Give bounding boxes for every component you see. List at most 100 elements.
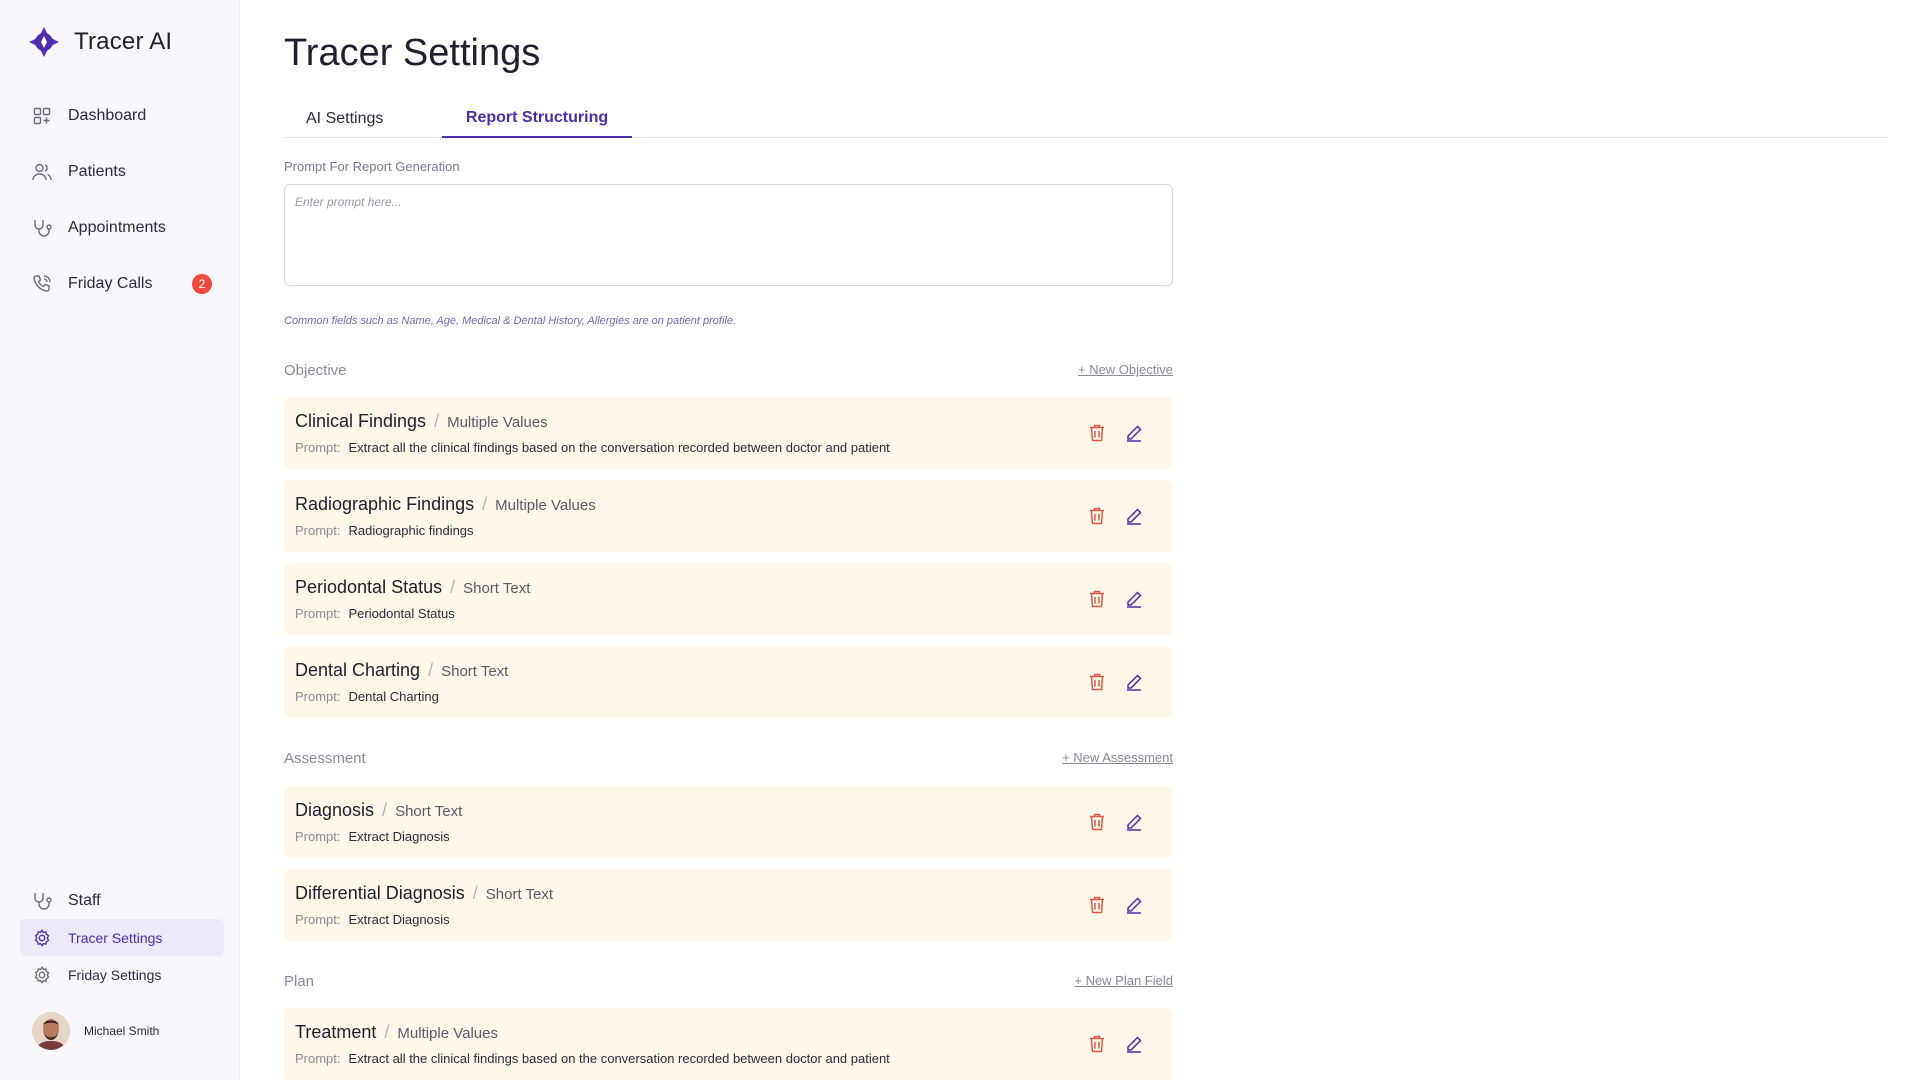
prompt-prefix: Prompt: (295, 689, 341, 704)
field-title: Diagnosis / Short Text (295, 800, 462, 821)
tab-report-structuring[interactable]: Report Structuring (442, 100, 632, 138)
section-header-assessment: Assessment + New Assessment (284, 750, 1173, 770)
prompt-prefix: Prompt: (295, 523, 341, 538)
prompt-prefix: Prompt: (295, 1051, 341, 1066)
gear-icon (32, 965, 52, 985)
prompt-prefix: Prompt: (295, 440, 341, 455)
prompt-text: Extract Diagnosis (348, 829, 450, 844)
stethoscope-icon (32, 218, 52, 238)
field-prompt: Prompt: Extract Diagnosis (295, 912, 450, 927)
prompt-text: Periodontal Status (348, 606, 455, 621)
sidebar-item-label: Friday Calls (68, 275, 153, 292)
delete-icon[interactable] (1087, 672, 1107, 692)
gear-icon (32, 928, 52, 948)
separator: / (482, 494, 488, 514)
users-icon (32, 162, 52, 182)
prompt-prefix: Prompt: (295, 829, 341, 844)
brand[interactable]: Tracer AI (28, 26, 172, 58)
delete-icon[interactable] (1087, 506, 1107, 526)
delete-icon[interactable] (1087, 1034, 1107, 1054)
field-card-treatment: Treatment / Multiple Values Prompt: Extract… (284, 1008, 1173, 1080)
tab-ai-settings[interactable]: AI Settings (284, 100, 405, 138)
section-header-objective: Objective + New Objective (284, 362, 1173, 382)
field-card-differential-diagnosis: Differential Diagnosis / Short Text Prompt… (284, 869, 1173, 941)
prompt-textarea[interactable] (284, 184, 1173, 286)
field-title: Treatment / Multiple Values (295, 1022, 498, 1043)
field-title: Periodontal Status / Short Text (295, 577, 530, 598)
prompt-label: Prompt For Report Generation (284, 159, 460, 174)
section-title: Objective (284, 362, 347, 379)
notification-badge: 2 (192, 274, 212, 294)
field-type: Multiple Values (447, 414, 548, 431)
separator: / (472, 883, 478, 903)
edit-icon[interactable] (1124, 423, 1144, 443)
avatar (32, 1012, 70, 1050)
delete-icon[interactable] (1087, 812, 1107, 832)
sidebar-item-appointments[interactable]: Appointments (20, 200, 224, 256)
sidebar-item-dashboard[interactable]: Dashboard (20, 88, 224, 144)
field-card-diagnosis: Diagnosis / Short Text Prompt: Extract Diag… (284, 786, 1173, 858)
field-title: Clinical Findings / Multiple Values (295, 411, 548, 432)
field-name: Treatment (295, 1022, 377, 1042)
sidebar-item-staff[interactable]: Staff (20, 882, 224, 919)
field-card-clinical-findings: Clinical Findings / Multiple Values Prompt… (284, 397, 1173, 469)
edit-icon[interactable] (1124, 1034, 1144, 1054)
new-plan-field-link[interactable]: + New Plan Field (1074, 973, 1173, 988)
field-type: Short Text (395, 803, 463, 820)
prompt-prefix: Prompt: (295, 912, 341, 927)
delete-icon[interactable] (1087, 895, 1107, 915)
field-prompt: Prompt: Radiographic findings (295, 523, 474, 538)
page-title: Tracer Settings (284, 32, 541, 74)
sidebar-item-label: Appointments (68, 219, 166, 236)
sidebar-item-tracer-settings[interactable]: Tracer Settings (20, 919, 224, 956)
field-card-periodontal-status: Periodontal Status / Short Text Prompt: Per… (284, 563, 1173, 635)
separator: / (382, 800, 388, 820)
edit-icon[interactable] (1124, 812, 1144, 832)
sidebar-item-label: Dashboard (68, 107, 147, 124)
delete-icon[interactable] (1087, 423, 1107, 443)
prompt-text: Extract Diagnosis (348, 912, 450, 927)
sidebar-item-friday-calls[interactable]: Friday Calls 2 (20, 256, 224, 312)
tracer-logo-icon (29, 27, 59, 57)
edit-icon[interactable] (1124, 895, 1144, 915)
dashboard-icon (32, 106, 52, 126)
edit-icon[interactable] (1124, 589, 1144, 609)
field-name: Diagnosis (295, 800, 375, 820)
edit-icon[interactable] (1124, 506, 1144, 526)
delete-icon[interactable] (1087, 589, 1107, 609)
phone-icon (32, 274, 52, 294)
prompt-text: Extract all the clinical findings based … (348, 440, 890, 455)
stethoscope-icon (32, 891, 52, 911)
sidebar: Tracer AI Dashboard Patients Appointment… (0, 0, 240, 1080)
new-objective-link[interactable]: + New Objective (1078, 362, 1173, 377)
field-title: Differential Diagnosis / Short Text (295, 883, 553, 904)
prompt-text: Radiographic findings (348, 523, 474, 538)
field-prompt: Prompt: Extract all the clinical findings… (295, 1051, 890, 1066)
sidebar-item-patients[interactable]: Patients (20, 144, 224, 200)
profile-fields-hint: Common fields such as Name, Age, Medical… (284, 315, 737, 327)
section-title: Assessment (284, 750, 366, 767)
user-profile[interactable]: Michael Smith (32, 1012, 159, 1050)
field-name: Periodontal Status (295, 577, 443, 597)
edit-icon[interactable] (1124, 672, 1144, 692)
field-title: Radiographic Findings / Multiple Values (295, 494, 596, 515)
sidebar-item-label: Staff (68, 891, 101, 909)
prompt-prefix: Prompt: (295, 606, 341, 621)
sidebar-item-label: Friday Settings (68, 966, 162, 983)
sidebar-bottom-nav: Staff Tracer Settings Friday Settings (20, 882, 224, 993)
field-prompt: Prompt: Extract Diagnosis (295, 829, 450, 844)
field-type: Short Text (485, 886, 554, 903)
tab-bar: AI Settings Report Structuring (284, 100, 1888, 138)
field-type: Multiple Values (397, 1025, 498, 1042)
separator: / (450, 577, 456, 597)
sidebar-nav: Dashboard Patients Appointments Friday C… (20, 88, 224, 312)
field-name: Differential Diagnosis (295, 883, 465, 903)
new-assessment-link[interactable]: + New Assessment (1062, 750, 1173, 765)
field-card-dental-charting: Dental Charting / Short Text Prompt: Dental… (284, 646, 1173, 718)
field-type: Multiple Values (495, 497, 596, 514)
sidebar-item-friday-settings[interactable]: Friday Settings (20, 956, 224, 993)
app-name: Tracer AI (74, 28, 173, 55)
prompt-text: Extract all the clinical findings based … (348, 1051, 890, 1066)
sidebar-item-label: Patients (68, 163, 126, 180)
field-type: Short Text (441, 663, 509, 680)
